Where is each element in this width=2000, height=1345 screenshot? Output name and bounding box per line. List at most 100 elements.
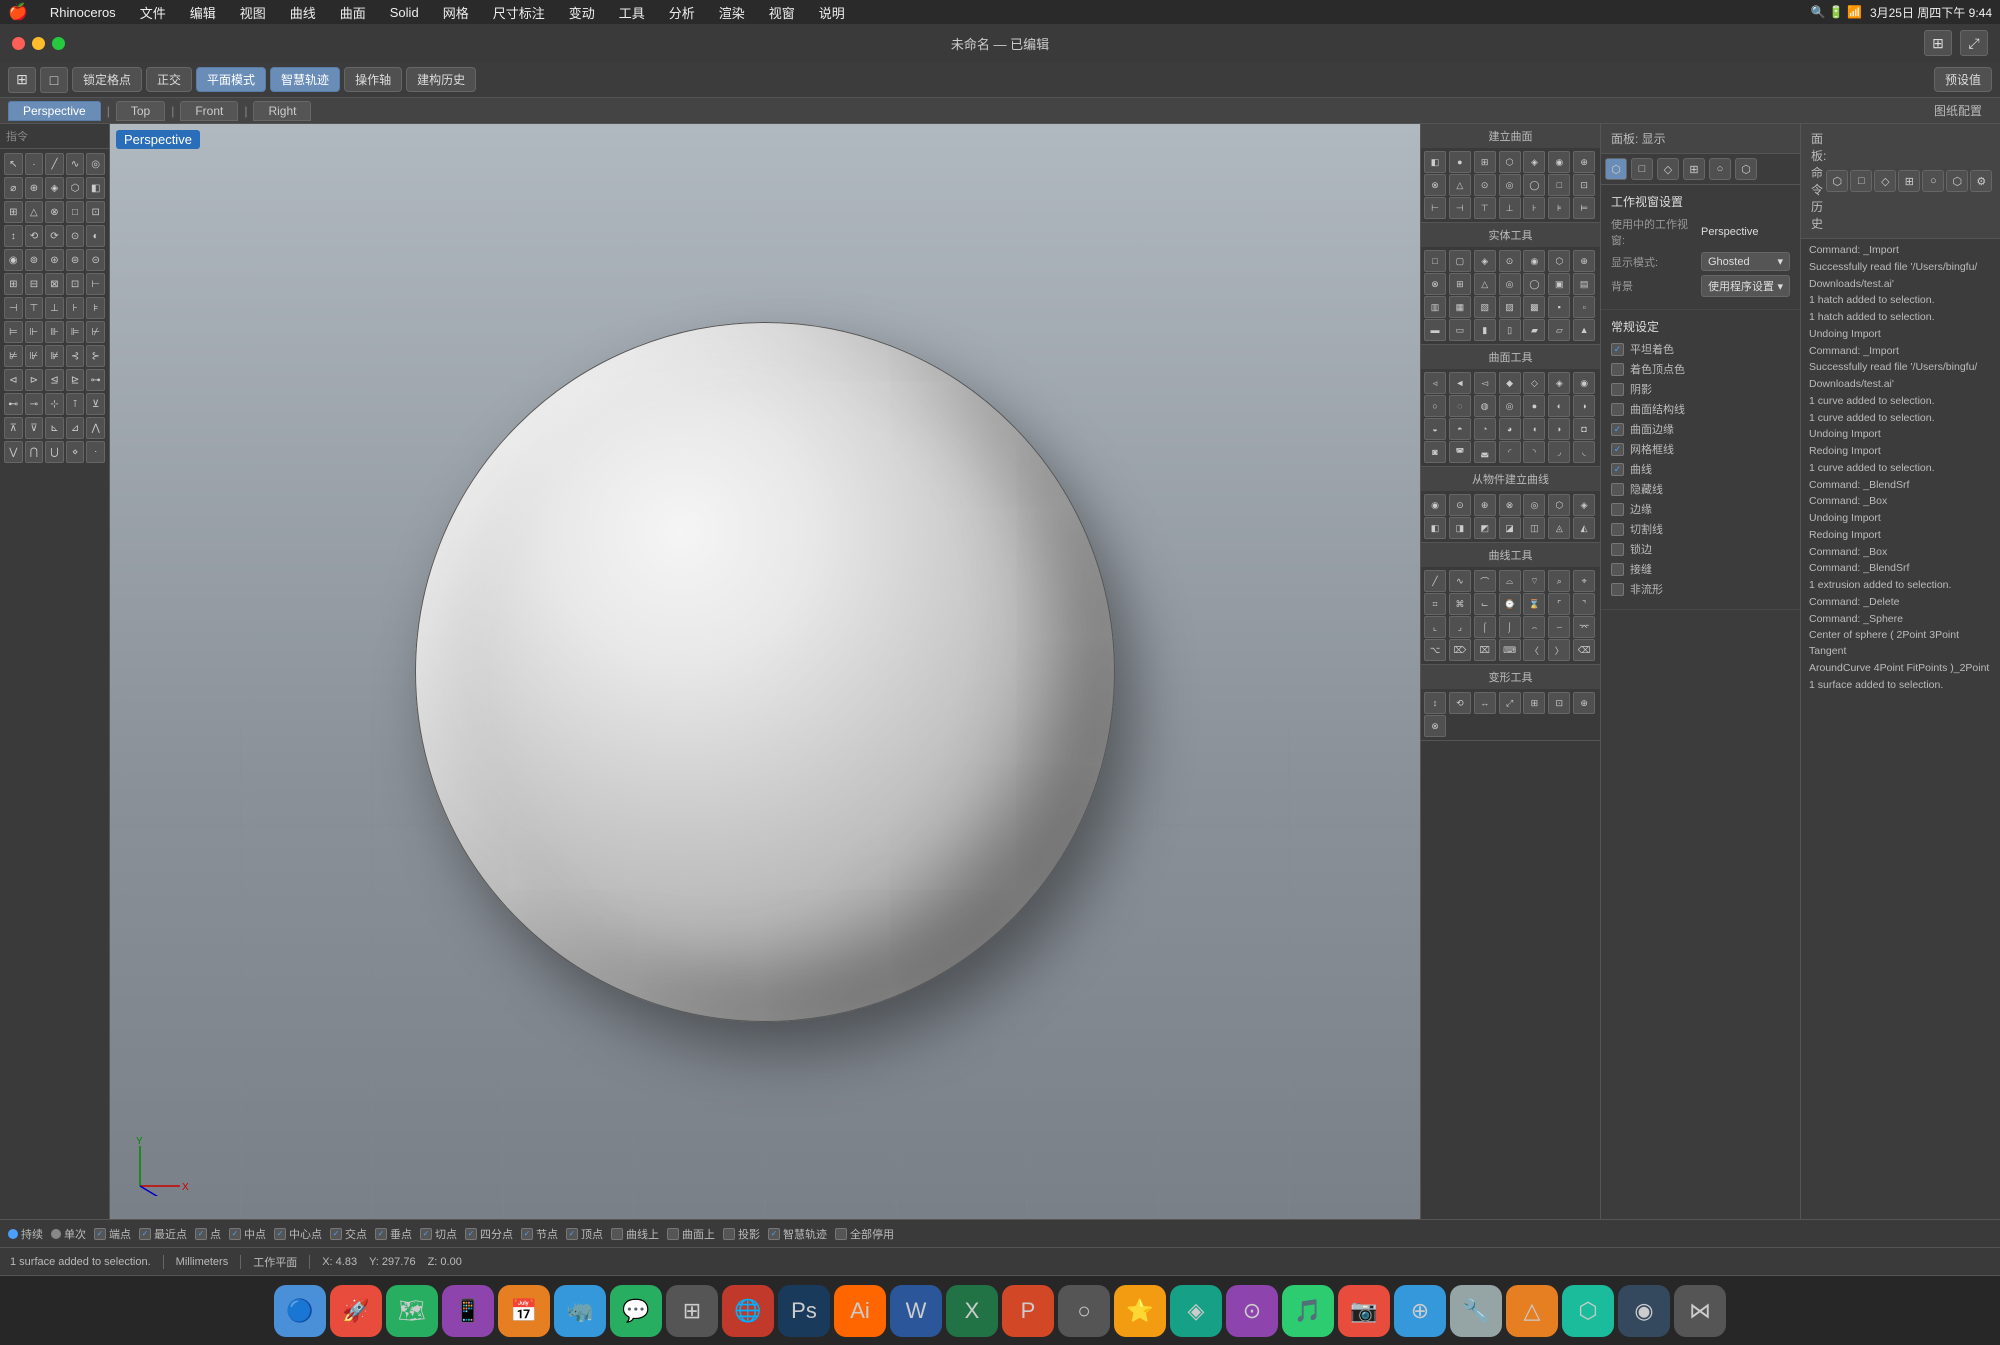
snap-projection-check[interactable] bbox=[723, 1228, 735, 1240]
st-tool-26[interactable]: ▰ bbox=[1523, 319, 1545, 341]
ortho-btn[interactable]: 正交 bbox=[146, 67, 192, 92]
tool-36[interactable]: ⊨ bbox=[4, 321, 23, 343]
sft-tool-14[interactable]: ◑ bbox=[1573, 395, 1595, 417]
ct-tool-12[interactable]: ⌛ bbox=[1523, 593, 1545, 615]
dock-item-1[interactable]: 📱 bbox=[442, 1285, 494, 1337]
tool-63[interactable]: ⋃ bbox=[45, 441, 64, 463]
fo-tool-3[interactable]: ⊕ bbox=[1474, 494, 1496, 516]
tab-right[interactable]: Right bbox=[253, 101, 311, 121]
st-tool-16[interactable]: ▦ bbox=[1449, 296, 1471, 318]
dock-excel[interactable]: X bbox=[946, 1285, 998, 1337]
checkbox-cut-lines[interactable] bbox=[1611, 523, 1624, 536]
menu-file[interactable]: 文件 bbox=[134, 3, 172, 22]
ct-tool-4[interactable]: ⌓ bbox=[1499, 570, 1521, 592]
snap-center-check[interactable]: ✓ bbox=[274, 1228, 286, 1240]
tt-tool-6[interactable]: ⊡ bbox=[1548, 692, 1570, 714]
ct-tool-11[interactable]: ⌚ bbox=[1499, 593, 1521, 615]
smart-track-btn[interactable]: 智慧轨迹 bbox=[270, 67, 340, 92]
checkbox-edges[interactable] bbox=[1611, 503, 1624, 516]
snap-end-check[interactable]: ✓ bbox=[94, 1228, 106, 1240]
ch-icon-7[interactable]: ⚙ bbox=[1970, 170, 1992, 192]
dock-item-2[interactable]: ⭐ bbox=[1114, 1285, 1166, 1337]
bs-tool-11[interactable]: ◎ bbox=[1499, 174, 1521, 196]
sft-tool-2[interactable]: ◄ bbox=[1449, 372, 1471, 394]
sft-tool-8[interactable]: ○ bbox=[1424, 395, 1446, 417]
tool-29[interactable]: ⊡ bbox=[66, 273, 85, 295]
dock-wechat[interactable]: 💬 bbox=[610, 1285, 662, 1337]
ct-tool-25[interactable]: ⌨ bbox=[1499, 639, 1521, 661]
bs-tool-15[interactable]: ⊢ bbox=[1424, 197, 1446, 219]
snap-on-curve-check[interactable] bbox=[611, 1228, 623, 1240]
menu-help[interactable]: 说明 bbox=[813, 3, 851, 22]
ct-tool-27[interactable]: 〉 bbox=[1548, 639, 1570, 661]
background-dropdown[interactable]: 使用程序设置 ▾ bbox=[1701, 275, 1790, 297]
tool-42[interactable]: ⊮ bbox=[25, 345, 44, 367]
st-tool-24[interactable]: ▮ bbox=[1474, 319, 1496, 341]
sft-tool-6[interactable]: ◈ bbox=[1548, 372, 1570, 394]
tool-50[interactable]: ⊶ bbox=[86, 369, 105, 391]
st-tool-27[interactable]: ▱ bbox=[1548, 319, 1570, 341]
display-icon-3[interactable]: ◇ bbox=[1657, 158, 1679, 180]
toolbar-icon-2[interactable]: □ bbox=[40, 67, 68, 93]
ct-tool-16[interactable]: ⌟ bbox=[1449, 616, 1471, 638]
snap-intersect-check[interactable]: ✓ bbox=[330, 1228, 342, 1240]
sft-tool-26[interactable]: ◝ bbox=[1523, 441, 1545, 463]
tab-perspective[interactable]: Perspective bbox=[8, 101, 101, 121]
tt-tool-3[interactable]: ↔ bbox=[1474, 692, 1496, 714]
tool-16[interactable]: ↕ bbox=[4, 225, 23, 247]
menu-solid[interactable]: Solid bbox=[384, 5, 425, 20]
tt-tool-8[interactable]: ⊗ bbox=[1424, 715, 1446, 737]
st-tool-7[interactable]: ⊕ bbox=[1573, 250, 1595, 272]
menu-curve[interactable]: 曲线 bbox=[284, 3, 322, 22]
sft-tool-4[interactable]: ◆ bbox=[1499, 372, 1521, 394]
checkbox-flat-shading[interactable] bbox=[1611, 343, 1624, 356]
fo-tool-5[interactable]: ◎ bbox=[1523, 494, 1545, 516]
tool-54[interactable]: ⊺ bbox=[66, 393, 85, 415]
menu-dim[interactable]: 尺寸标注 bbox=[487, 3, 551, 22]
ct-tool-23[interactable]: ⌦ bbox=[1449, 639, 1471, 661]
menu-edit[interactable]: 编辑 bbox=[184, 3, 222, 22]
sft-tool-23[interactable]: ◚ bbox=[1449, 441, 1471, 463]
tool-39[interactable]: ⊫ bbox=[66, 321, 85, 343]
st-tool-4[interactable]: ⊙ bbox=[1499, 250, 1521, 272]
st-tool-14[interactable]: ▤ bbox=[1573, 273, 1595, 295]
tool-25[interactable]: ⊝ bbox=[86, 249, 105, 271]
dock-item-5[interactable]: 🎵 bbox=[1282, 1285, 1334, 1337]
st-tool-3[interactable]: ◈ bbox=[1474, 250, 1496, 272]
sft-tool-3[interactable]: ◅ bbox=[1474, 372, 1496, 394]
ct-tool-1[interactable]: ╱ bbox=[1424, 570, 1446, 592]
ct-tool-28[interactable]: ⌫ bbox=[1573, 639, 1595, 661]
tool-13[interactable]: ⊗ bbox=[45, 201, 64, 223]
sft-tool-13[interactable]: ◐ bbox=[1548, 395, 1570, 417]
sft-tool-5[interactable]: ◇ bbox=[1523, 372, 1545, 394]
viewport-icon-btn[interactable]: ⊞ bbox=[1924, 30, 1952, 56]
ct-tool-2[interactable]: ∿ bbox=[1449, 570, 1471, 592]
tab-top[interactable]: Top bbox=[116, 101, 165, 121]
bs-tool-2[interactable]: ● bbox=[1449, 151, 1471, 173]
presets-btn[interactable]: 预设值 bbox=[1934, 67, 1992, 92]
tool-6[interactable]: ⌀ bbox=[4, 177, 23, 199]
snap-tan-check[interactable]: ✓ bbox=[420, 1228, 432, 1240]
dock-item-8[interactable]: 🔧 bbox=[1450, 1285, 1502, 1337]
tool-24[interactable]: ⊜ bbox=[66, 249, 85, 271]
snap-near-check[interactable]: ✓ bbox=[139, 1228, 151, 1240]
checkbox-locked-edges[interactable] bbox=[1611, 543, 1624, 556]
tool-45[interactable]: ⊱ bbox=[86, 345, 105, 367]
dock-rhino[interactable]: 🦏 bbox=[554, 1285, 606, 1337]
tool-22[interactable]: ⊚ bbox=[25, 249, 44, 271]
tool-line[interactable]: ╱ bbox=[45, 153, 64, 175]
tool-23[interactable]: ⊛ bbox=[45, 249, 64, 271]
snap-smart-track-check[interactable]: ✓ bbox=[768, 1228, 780, 1240]
tool-41[interactable]: ⊭ bbox=[4, 345, 23, 367]
bs-tool-20[interactable]: ⊧ bbox=[1548, 197, 1570, 219]
tool-43[interactable]: ⊯ bbox=[45, 345, 64, 367]
st-tool-12[interactable]: ◯ bbox=[1523, 273, 1545, 295]
st-tool-13[interactable]: ▣ bbox=[1548, 273, 1570, 295]
dock-item-12[interactable]: ⋈ bbox=[1674, 1285, 1726, 1337]
ct-tool-17[interactable]: ⌠ bbox=[1474, 616, 1496, 638]
tool-34[interactable]: ⊦ bbox=[66, 297, 85, 319]
ct-tool-18[interactable]: ⌡ bbox=[1499, 616, 1521, 638]
tool-57[interactable]: ⊽ bbox=[25, 417, 44, 439]
st-tool-15[interactable]: ▥ bbox=[1424, 296, 1446, 318]
menu-transform[interactable]: 变动 bbox=[563, 3, 601, 22]
